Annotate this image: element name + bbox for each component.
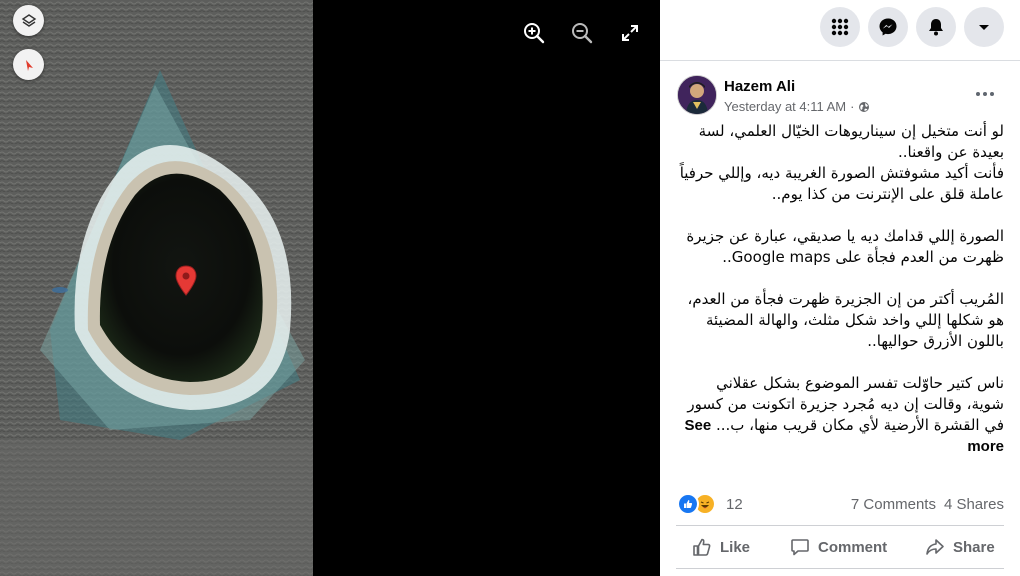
compass-button[interactable] (13, 49, 44, 80)
layers-icon (21, 13, 36, 27)
menu-grid-icon (831, 18, 849, 36)
divider (676, 525, 1004, 526)
like-label: Like (720, 538, 751, 556)
post-meta: Yesterday at 4:11 AM · (724, 99, 870, 114)
meta-separator: · (850, 99, 855, 114)
post-paragraph: لو أنت متخيل إن سيناريوهات الخيّال العلم… (679, 122, 1004, 203)
notifications-button[interactable] (916, 7, 956, 47)
like-reaction-icon (677, 493, 699, 515)
top-navigation (660, 0, 1020, 61)
comment-label: Comment (818, 538, 888, 556)
layers-button[interactable] (13, 5, 44, 36)
post-paragraph: الصورة إللي قدامك ديه يا صديقي، عبارة عن… (686, 227, 1004, 266)
zoom-in-button[interactable] (521, 20, 547, 46)
zoom-in-icon (524, 23, 545, 44)
messenger-icon (879, 18, 897, 36)
post-timestamp[interactable]: Yesterday at 4:11 AM (724, 99, 846, 114)
reaction-summary[interactable]: 12 (677, 493, 743, 515)
photo-viewer (0, 0, 660, 576)
comment-button[interactable]: Comment (790, 530, 887, 564)
like-button[interactable]: Like (692, 530, 750, 564)
share-label: Share (953, 538, 995, 556)
comment-icon (791, 539, 809, 556)
account-dropdown-button[interactable] (964, 7, 1004, 47)
shares-count[interactable]: 4 Shares (944, 496, 1004, 513)
zoom-out-button[interactable] (569, 20, 595, 46)
author-avatar-image (678, 76, 716, 114)
like-icon (693, 538, 711, 556)
account-dropdown-icon (979, 25, 989, 30)
menu-button[interactable] (820, 7, 860, 47)
post-options-button[interactable] (970, 84, 1000, 104)
post-body: لو أنت متخيل إن سيناريوهات الخيّال العلم… (674, 121, 1004, 463)
fullscreen-button[interactable] (617, 20, 643, 46)
share-icon (926, 539, 944, 555)
more-dots-icon (983, 92, 987, 96)
post-panel: Hazem Ali Yesterday at 4:11 AM · لو أنت … (660, 0, 1020, 576)
more-dots-icon (990, 92, 994, 96)
post-paragraph: المُريب أكتر من إن الجزيرة ظهرت فجأة من … (687, 290, 1004, 350)
compass-icon (25, 59, 33, 71)
more-dots-icon (976, 92, 980, 96)
zoom-out-icon (572, 23, 593, 44)
share-button[interactable]: Share (925, 530, 995, 564)
fullscreen-icon (622, 25, 638, 41)
divider (676, 568, 1004, 569)
avatar[interactable] (677, 75, 717, 115)
engagement-stats: 7 Comments 4 Shares (851, 496, 1004, 513)
post-paragraph: ناس كتير حاوّلت تفسر الموضوع بشكل عقلاني… (674, 373, 1005, 457)
notifications-icon (929, 19, 943, 36)
globe-icon[interactable] (858, 101, 870, 113)
reaction-count: 12 (726, 495, 743, 513)
messenger-button[interactable] (868, 7, 908, 47)
author-name[interactable]: Hazem Ali (724, 78, 795, 95)
comments-count[interactable]: 7 Comments (851, 496, 936, 513)
post-paragraph-text: ناس كتير حاوّلت تفسر الموضوع بشكل عقلاني… (687, 374, 1004, 434)
satellite-photo[interactable] (0, 0, 313, 576)
